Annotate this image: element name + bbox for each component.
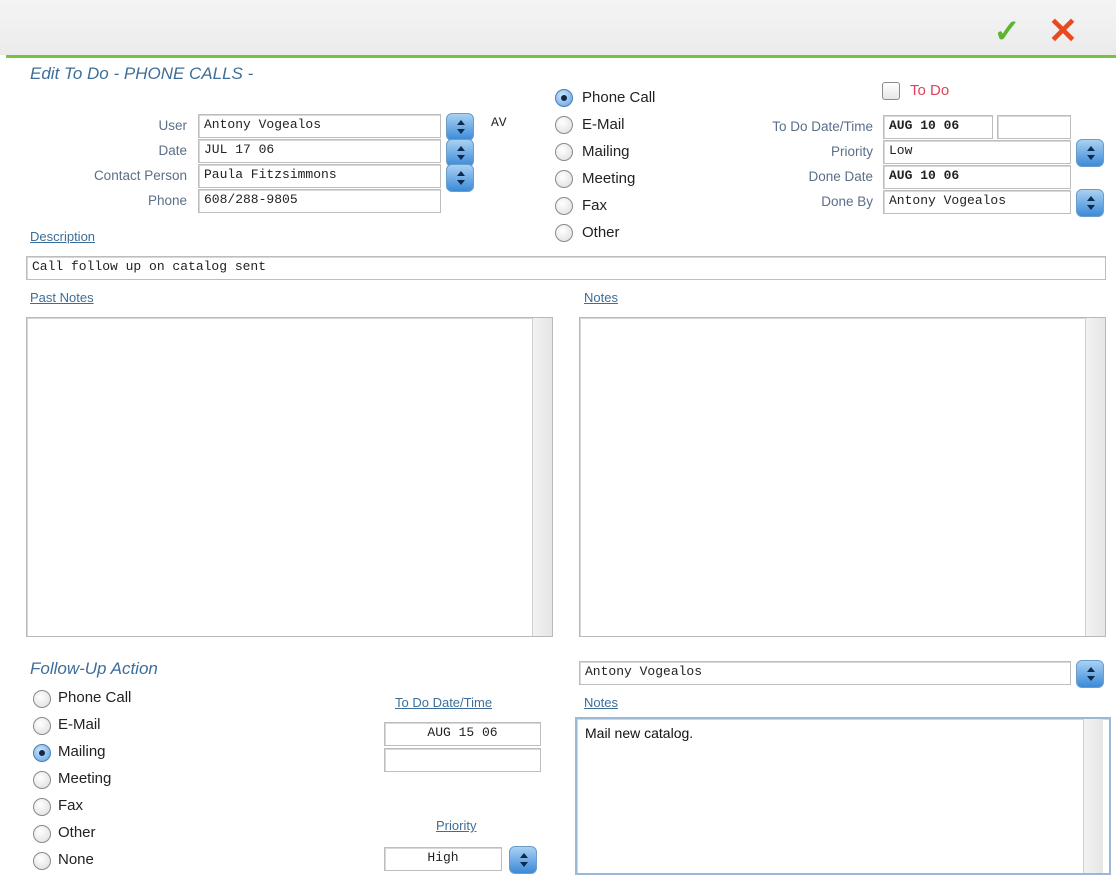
x-close-icon[interactable]: ✕	[1044, 12, 1082, 50]
followup-date-field[interactable]: AUG 15 06	[384, 722, 541, 746]
phone-field[interactable]: 608/288-9805	[198, 189, 441, 213]
date-stepper[interactable]	[446, 139, 474, 167]
done-date-field[interactable]: AUG 10 06	[883, 165, 1071, 189]
toolbar	[0, 0, 1116, 55]
past-notes-textarea[interactable]	[26, 317, 553, 637]
past-notes-content	[27, 318, 552, 330]
done-by-label: Done By	[821, 194, 873, 209]
date-label: Date	[158, 143, 187, 158]
followup-assignee-field[interactable]: Antony Vogealos	[579, 661, 1071, 685]
done-by-field[interactable]: Antony Vogealos	[883, 190, 1071, 214]
followup-radio-phone-call[interactable]	[33, 690, 51, 708]
followup-assignee-stepper[interactable]	[1076, 660, 1104, 688]
todo-checkbox-label: To Do	[910, 82, 950, 99]
date-field[interactable]: JUL 17 06	[198, 139, 441, 163]
followup-priority-label[interactable]: Priority	[436, 818, 476, 833]
followup-notes-label[interactable]: Notes	[584, 695, 618, 710]
radio-meeting[interactable]	[555, 170, 573, 188]
description-field[interactable]: Call follow up on catalog sent	[26, 256, 1106, 280]
followup-priority-field[interactable]: High	[384, 847, 502, 871]
radio-other[interactable]	[555, 224, 573, 242]
page-title: Edit To Do - PHONE CALLS -	[30, 64, 254, 83]
done-date-label: Done Date	[808, 169, 873, 184]
followup-radio-email[interactable]	[33, 717, 51, 735]
followup-notes-scrollbar[interactable]	[1083, 719, 1103, 873]
followup-radio-fax[interactable]	[33, 798, 51, 816]
radio-label-fax: Fax	[582, 197, 608, 214]
followup-time-field[interactable]	[384, 748, 541, 772]
priority-label: Priority	[830, 144, 873, 159]
radio-mailing[interactable]	[555, 143, 573, 161]
followup-label-mailing: Mailing	[58, 743, 106, 760]
followup-radio-none[interactable]	[33, 852, 51, 870]
todo-datetime-label: To Do Date/Time	[772, 119, 873, 134]
radio-fax[interactable]	[555, 197, 573, 215]
priority-dropdown-stepper[interactable]	[1076, 139, 1104, 167]
past-notes-label-text[interactable]: Past Notes	[30, 290, 94, 305]
done-by-dropdown-stepper[interactable]	[1076, 189, 1104, 217]
radio-label-mailing: Mailing	[582, 143, 630, 160]
todo-time-field[interactable]	[997, 115, 1071, 139]
user-field[interactable]: Antony Vogealos	[198, 114, 441, 138]
followup-radio-meeting[interactable]	[33, 771, 51, 789]
followup-notes-content: Mail new catalog.	[585, 725, 694, 741]
followup-label-none: None	[58, 851, 94, 868]
todo-date-field[interactable]: AUG 10 06	[883, 115, 993, 139]
radio-phone-call[interactable]	[555, 89, 573, 107]
radio-label-email: E-Mail	[582, 116, 625, 133]
notes-scrollbar[interactable]	[1085, 318, 1105, 636]
radio-label-other: Other	[582, 224, 620, 241]
radio-label-meeting: Meeting	[582, 170, 636, 187]
user-dropdown-stepper[interactable]	[446, 113, 474, 141]
followup-label-fax: Fax	[58, 797, 84, 814]
contact-person-label: Contact Person	[93, 168, 187, 183]
follow-up-title: Follow-Up Action	[30, 659, 158, 678]
followup-priority-stepper[interactable]	[509, 846, 537, 874]
followup-radio-mailing[interactable]	[33, 744, 51, 762]
past-notes-scrollbar[interactable]	[532, 318, 552, 636]
user-label: User	[158, 118, 187, 133]
notes-content	[580, 318, 1105, 330]
contact-person-field[interactable]: Paula Fitzsimmons	[198, 164, 441, 188]
todo-checkbox[interactable]	[882, 82, 900, 100]
checkmark-icon[interactable]: ✓	[990, 14, 1024, 48]
followup-label-email: E-Mail	[58, 716, 101, 733]
followup-notes-textarea[interactable]: Mail new catalog.	[575, 717, 1111, 875]
followup-label-phone-call: Phone Call	[58, 689, 132, 706]
followup-label-meeting: Meeting	[58, 770, 112, 787]
header-divider	[6, 55, 1116, 58]
radio-email[interactable]	[555, 116, 573, 134]
phone-label: Phone	[147, 193, 187, 208]
radio-label-phone-call: Phone Call	[582, 89, 656, 106]
notes-label[interactable]: Notes	[584, 290, 618, 305]
contact-dropdown-stepper[interactable]	[446, 164, 474, 192]
user-initials: AV	[491, 115, 507, 130]
description-label[interactable]: Description	[30, 229, 95, 244]
notes-textarea[interactable]	[579, 317, 1106, 637]
followup-datetime-label[interactable]: To Do Date/Time	[395, 695, 492, 710]
followup-label-other: Other	[58, 824, 96, 841]
priority-field[interactable]: Low	[883, 140, 1071, 164]
followup-radio-other[interactable]	[33, 825, 51, 843]
